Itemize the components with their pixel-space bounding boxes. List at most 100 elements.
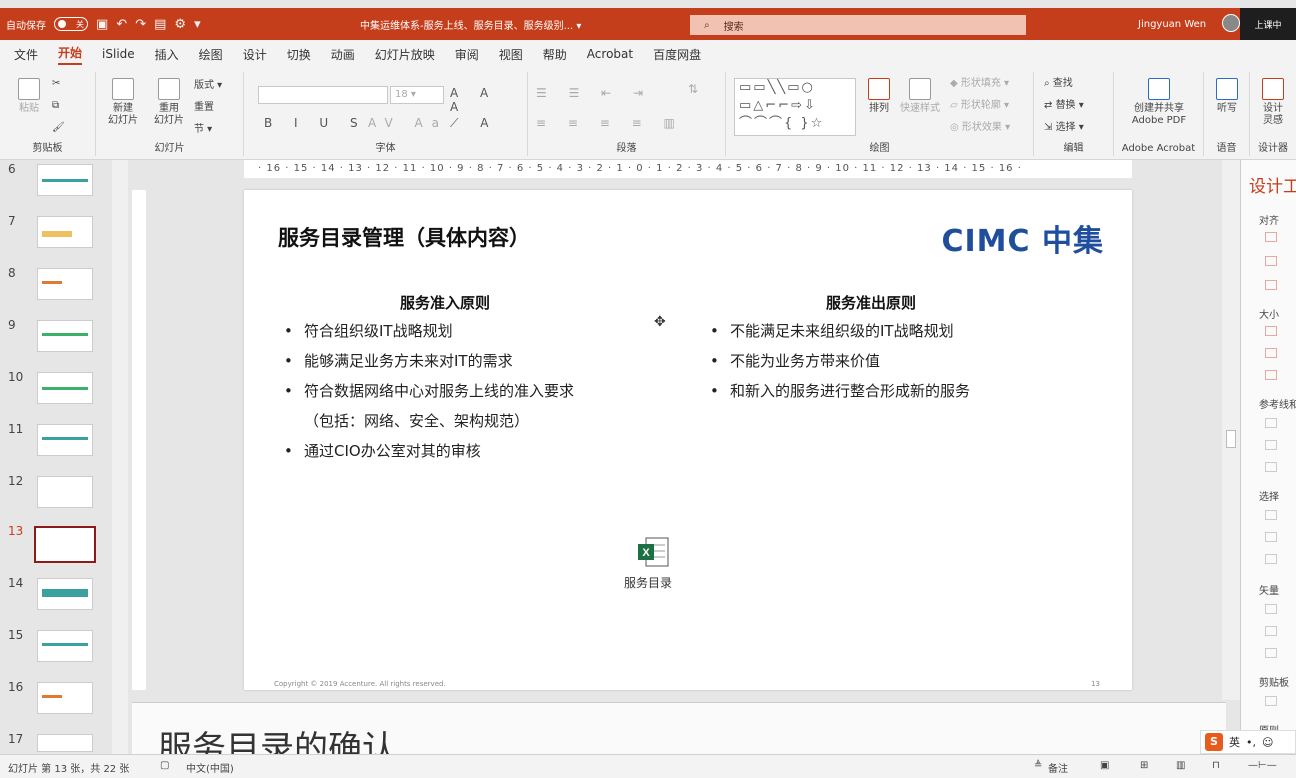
- format-painter-icon[interactable]: 🖌: [52, 122, 65, 134]
- dictate-button[interactable]: 听写: [1210, 78, 1244, 115]
- clipboard-icon[interactable]: [1265, 696, 1277, 706]
- tab-file[interactable]: 文件: [14, 46, 38, 63]
- tab-slideshow[interactable]: 幻灯片放映: [375, 46, 435, 63]
- tab-baidu-netdisk[interactable]: 百度网盘: [653, 46, 701, 63]
- guide-icon[interactable]: [1265, 462, 1277, 472]
- tab-animations[interactable]: 动画: [331, 46, 355, 63]
- guide-icon[interactable]: [1265, 418, 1277, 428]
- ime-punctuation-icon[interactable]: •,: [1246, 736, 1256, 749]
- slideshow-icon[interactable]: ⊓: [1212, 760, 1220, 771]
- align-icon[interactable]: [1265, 232, 1277, 242]
- shape-fill-button[interactable]: ◆ 形状填充 ▾: [950, 78, 1009, 90]
- font-format-icons[interactable]: B I U S: [264, 116, 367, 130]
- language-status[interactable]: 中文(中国): [186, 760, 234, 775]
- select-icon[interactable]: [1265, 554, 1277, 564]
- font-family-combo[interactable]: [258, 86, 388, 104]
- tab-insert[interactable]: 插入: [155, 46, 179, 63]
- slide-thumbnail-selected[interactable]: [34, 526, 96, 563]
- line-spacing-icon[interactable]: ⇅: [688, 82, 707, 96]
- shape-outline-button[interactable]: ▱ 形状轮廓 ▾: [950, 100, 1009, 112]
- size-icon[interactable]: [1265, 348, 1277, 358]
- select-icon[interactable]: [1265, 532, 1277, 542]
- replace-button[interactable]: ⇄ 替换 ▾: [1044, 100, 1084, 112]
- tab-islide[interactable]: iSlide: [102, 47, 135, 61]
- list-icons[interactable]: ☰ ☰ ⇤ ⇥: [536, 86, 652, 100]
- zoom-slider[interactable]: —⊢—: [1248, 760, 1277, 771]
- excel-file-icon[interactable]: X: [636, 536, 670, 568]
- undo-icon[interactable]: ↶: [116, 17, 127, 32]
- layout-button[interactable]: 版式 ▾: [194, 80, 222, 92]
- cut-icon[interactable]: ✂: [52, 78, 60, 90]
- shapes-gallery[interactable]: ▭▭╲╲▭○ ▭△⌐⌐⇨⇩ ⌒⌒⌒{ }☆: [734, 78, 856, 136]
- scrollbar-thumb[interactable]: [1226, 430, 1236, 448]
- user-name[interactable]: Jingyuan Wen: [1138, 19, 1206, 30]
- thumbnail-scrollbar[interactable]: [112, 160, 128, 754]
- avatar[interactable]: [1222, 14, 1240, 32]
- tab-view[interactable]: 视图: [499, 46, 523, 63]
- paste-button[interactable]: 粘贴: [14, 78, 44, 115]
- section-button[interactable]: 节 ▾: [194, 124, 212, 136]
- exit-principles-list[interactable]: 不能满足未来组织级的IT战略规划 不能为业务方带来价值 和新入的服务进行整合形成…: [710, 316, 970, 406]
- slide-thumbnail[interactable]: [37, 578, 93, 610]
- tab-home[interactable]: 开始: [58, 44, 83, 65]
- present-icon[interactable]: ▤: [154, 17, 166, 32]
- reset-button[interactable]: 重置: [194, 102, 214, 114]
- slide-thumbnail[interactable]: [37, 320, 93, 352]
- align-icon[interactable]: [1265, 256, 1277, 266]
- entry-principles-list[interactable]: 符合组织级IT战略规划 能够满足业务方未来对IT的需求 符合数据网络中心对服务上…: [284, 316, 574, 466]
- copy-icon[interactable]: ⧉: [52, 100, 59, 112]
- shape-effects-button[interactable]: ◎ 形状效果 ▾: [950, 122, 1010, 134]
- notes-toggle-icon[interactable]: ≜: [1034, 760, 1042, 771]
- entry-principles-heading[interactable]: 服务准入原则: [400, 292, 490, 313]
- slide-thumbnail[interactable]: [37, 682, 93, 714]
- font-spacing-icons[interactable]: AV Aa: [368, 116, 448, 130]
- font-size-combo[interactable]: 18 ▾: [390, 86, 444, 104]
- search-box[interactable]: ⌕ 搜索: [690, 15, 1026, 35]
- new-slide-button[interactable]: 新建 幻灯片: [102, 78, 144, 127]
- find-button[interactable]: ⌕ 查找: [1044, 78, 1073, 90]
- notes-text[interactable]: 服务目录的确认: [158, 721, 396, 754]
- tab-transitions[interactable]: 切换: [287, 46, 311, 63]
- tab-draw[interactable]: 绘图: [199, 46, 223, 63]
- notes-pane[interactable]: 服务目录的确认: [132, 702, 1226, 754]
- reading-view-icon[interactable]: ▥: [1176, 760, 1185, 771]
- save-icon[interactable]: ▣: [96, 17, 108, 32]
- size-icon[interactable]: [1265, 370, 1277, 380]
- ime-language[interactable]: 英: [1229, 734, 1240, 750]
- design-ideas-button[interactable]: 设计 灵感: [1254, 78, 1292, 127]
- select-button[interactable]: ⇲ 选择 ▾: [1044, 122, 1084, 134]
- font-color-icons[interactable]: ⟋ A: [450, 116, 497, 131]
- ime-emoji-icon[interactable]: ☺: [1262, 736, 1273, 749]
- more-icon[interactable]: ▾: [194, 17, 201, 32]
- autosave-toggle[interactable]: 关: [54, 17, 88, 31]
- create-pdf-button[interactable]: 创建并共享 Adobe PDF: [1122, 78, 1196, 127]
- normal-view-icon[interactable]: ▣: [1100, 760, 1109, 771]
- slide-thumbnail[interactable]: [37, 476, 93, 508]
- vector-icon[interactable]: [1265, 626, 1277, 636]
- reuse-slide-button[interactable]: 重用 幻灯片: [148, 78, 190, 127]
- slide-thumbnail[interactable]: [37, 164, 93, 196]
- ime-toolbar[interactable]: S 英 •, ☺: [1200, 730, 1296, 754]
- notes-button[interactable]: 备注: [1048, 760, 1068, 775]
- select-icon[interactable]: [1265, 510, 1277, 520]
- tab-review[interactable]: 审阅: [455, 46, 479, 63]
- slide-thumbnail[interactable]: [37, 424, 93, 456]
- slide-thumbnail[interactable]: [37, 216, 93, 248]
- tab-help[interactable]: 帮助: [543, 46, 567, 63]
- font-grow-shrink-icons[interactable]: A A A: [450, 86, 527, 114]
- size-icon[interactable]: [1265, 326, 1277, 336]
- redo-icon[interactable]: ↷: [135, 17, 146, 32]
- slide-thumbnail[interactable]: [37, 268, 93, 300]
- guide-icon[interactable]: [1265, 440, 1277, 450]
- vector-icon[interactable]: [1265, 604, 1277, 614]
- tab-acrobat[interactable]: Acrobat: [587, 47, 633, 61]
- accessibility-icon[interactable]: ▢: [160, 760, 169, 771]
- exit-principles-heading[interactable]: 服务准出原则: [826, 292, 916, 313]
- align-icons[interactable]: ≡ ≡ ≡ ≡ ▥: [536, 116, 684, 130]
- slide-thumbnail[interactable]: [37, 372, 93, 404]
- quick-styles-button[interactable]: 快速样式: [898, 78, 942, 115]
- document-title[interactable]: 中集运维体系-服务上线、服务目录、服务级别... ▾: [360, 17, 581, 32]
- editor-vertical-scrollbar[interactable]: [1222, 160, 1240, 700]
- align-icon[interactable]: [1265, 280, 1277, 290]
- slide-thumbnail[interactable]: [37, 630, 93, 662]
